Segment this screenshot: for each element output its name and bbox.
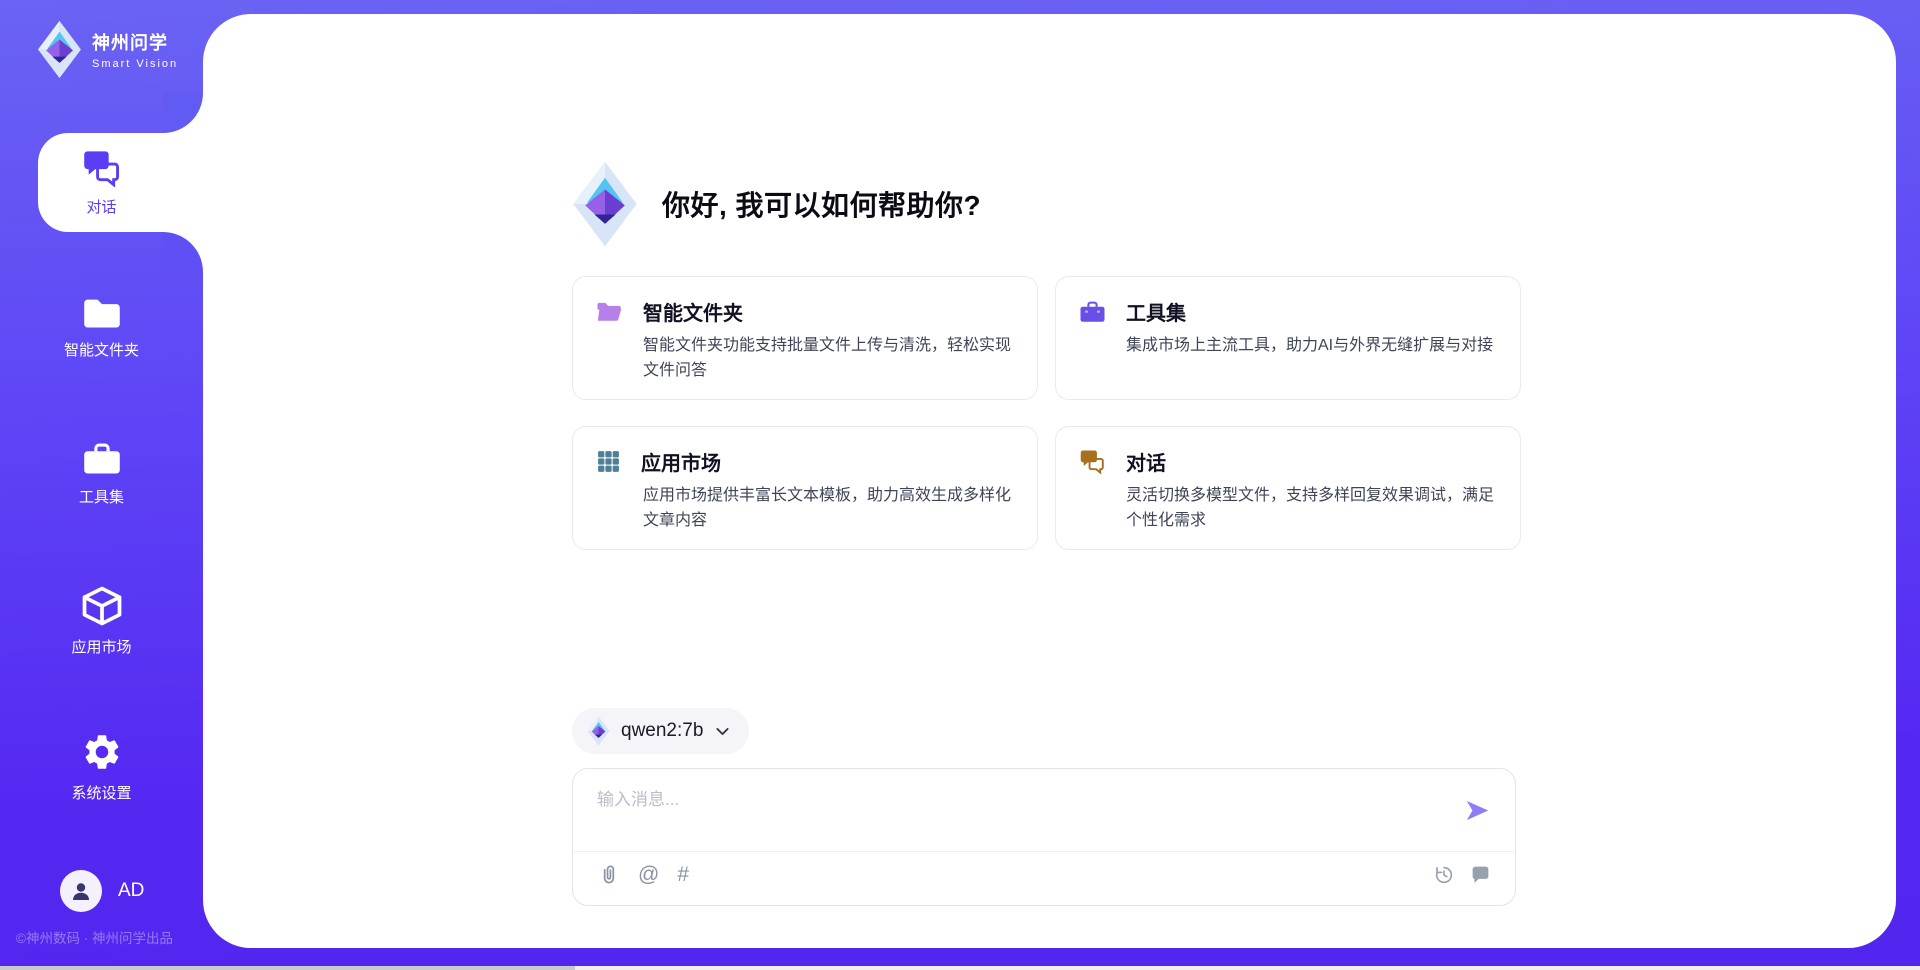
greeting-diamond-icon [572,160,638,248]
person-icon [69,879,93,903]
chat-bubble-icon[interactable] [1470,864,1491,885]
app-logo: 神州问学 Smart Vision [36,20,178,79]
card-description: 灵活切换多模型文件，支持多样回复效果调试，满足个性化需求 [1126,484,1496,534]
sidebar-item-label: 应用市场 [71,636,131,657]
card-description: 集成市场上主流工具，助力AI与外界无缝扩展与对接 [1126,334,1496,359]
history-icon[interactable] [1433,864,1455,886]
card-title: 应用市场 [641,447,721,476]
user-name: AD [118,880,144,902]
sidebar-item-toolset[interactable]: 工具集 [0,441,203,507]
model-name: qwen2:7b [621,720,703,742]
sidebar-item-label: 对话 [86,196,116,217]
toolbox-icon [1079,300,1106,324]
card-title: 智能文件夹 [643,297,743,326]
card-chat[interactable]: 对话 灵活切换多模型文件，支持多样回复效果调试，满足个性化需求 [1055,426,1521,550]
attachment-icon[interactable] [597,863,620,886]
grid-icon [596,449,621,474]
card-title: 工具集 [1126,297,1186,326]
avatar[interactable] [60,870,102,912]
scrollbar-thumb[interactable] [0,966,575,970]
hashtag-icon[interactable]: # [677,864,689,885]
card-title: 对话 [1126,447,1166,476]
card-toolset[interactable]: 工具集 集成市场上主流工具，助力AI与外界无缝扩展与对接 [1055,276,1521,400]
sidebar-item-smart-folder[interactable]: 智能文件夹 [0,296,203,360]
feature-cards: 智能文件夹 智能文件夹功能支持批量文件上传与清洗，轻松实现文件问答 工具集 集成… [572,276,1522,550]
sidebar-item-label: 工具集 [79,486,124,507]
greeting-block: 你好, 我可以如何帮助你? [572,160,981,248]
chat-icon [82,149,122,187]
card-description: 智能文件夹功能支持批量文件上传与清洗，轻松实现文件问答 [643,334,1013,384]
message-composer: @ # [572,768,1516,906]
send-icon[interactable] [1464,797,1491,824]
mention-icon[interactable]: @ [638,864,659,885]
horizontal-scrollbar[interactable] [0,966,1920,970]
copyright-text: ©神州数码 · 神州问学出品 [16,927,206,947]
brand-name: 神州问学 [92,29,178,55]
gear-icon [81,731,123,773]
cube-icon [81,585,123,627]
sidebar-item-label: 系统设置 [71,782,131,803]
card-app-market[interactable]: 应用市场 应用市场提供丰富长文本模板，助力高效生成多样化文章内容 [572,426,1038,550]
chevron-down-icon [714,723,731,740]
greeting-title: 你好, 我可以如何帮助你? [662,184,981,224]
model-selector[interactable]: qwen2:7b [572,708,749,754]
brand-diamond-icon [36,20,83,79]
sidebar-item-chat[interactable]: 对话 [0,149,203,217]
brand-subtitle: Smart Vision [92,58,178,70]
active-tab-fillet-bottom [163,232,203,272]
sidebar-item-app-market[interactable]: 应用市场 [0,585,203,657]
user-profile[interactable]: AD [60,870,144,912]
message-input[interactable] [597,785,1447,843]
folder-icon [82,296,122,330]
sidebar-item-settings[interactable]: 系统设置 [0,731,203,803]
sidebar-item-label: 智能文件夹 [64,339,139,360]
model-diamond-icon [587,716,610,746]
composer-divider [574,851,1514,852]
folder-open-icon [596,300,623,323]
toolbox-icon [82,441,122,477]
active-tab-fillet-top [163,93,203,133]
card-smart-folder[interactable]: 智能文件夹 智能文件夹功能支持批量文件上传与清洗，轻松实现文件问答 [572,276,1038,400]
card-description: 应用市场提供丰富长文本模板，助力高效生成多样化文章内容 [643,484,1013,534]
chat-icon [1079,449,1106,474]
